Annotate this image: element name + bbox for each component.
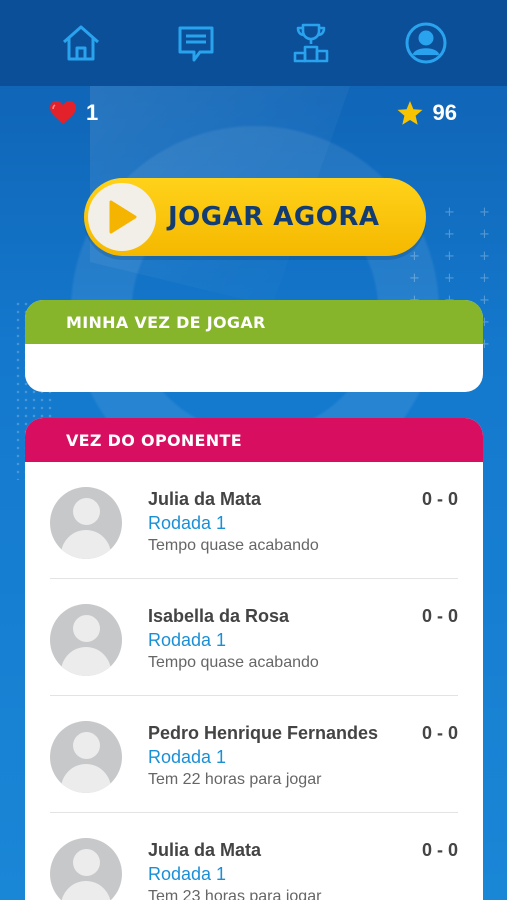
opponent-name: Julia da Mata <box>148 489 262 509</box>
nav-home-button[interactable] <box>56 18 106 68</box>
top-navigation <box>0 0 507 86</box>
time-status: Tempo quase acabando <box>148 537 319 554</box>
my-turn-header: MINHA VEZ DE JOGAR <box>25 300 483 344</box>
opponent-name: Julia da Mata <box>148 840 262 860</box>
round-label: Rodada 1 <box>148 630 227 650</box>
time-status: Tem 22 horas para jogar <box>148 771 322 788</box>
avatar <box>50 838 122 900</box>
game-score: 0 - 0 <box>421 840 458 860</box>
nav-chat-button[interactable] <box>171 18 221 68</box>
nav-ranking-button[interactable] <box>286 18 336 68</box>
lives-count: 1 <box>86 100 99 125</box>
avatar <box>50 721 122 793</box>
heart-icon <box>50 101 76 124</box>
play-now-button[interactable]: JOGAR AGORA <box>84 178 426 256</box>
opponent-turn-card: VEZ DO OPONENTE Julia da Mata Rodada 1 T… <box>25 418 483 900</box>
nav-profile-button[interactable] <box>401 18 451 68</box>
time-status: Tempo quase acabando <box>148 654 319 671</box>
round-label: Rodada 1 <box>148 513 227 533</box>
play-icon <box>88 183 156 251</box>
stats-bar: 1 96 <box>0 96 507 132</box>
my-turn-card: MINHA VEZ DE JOGAR <box>25 300 483 392</box>
stars-count: 96 <box>432 100 457 125</box>
game-row[interactable]: Pedro Henrique Fernandes Rodada 1 Tem 22… <box>50 696 458 813</box>
game-row[interactable]: Isabella da Rosa Rodada 1 Tempo quase ac… <box>50 579 458 696</box>
podium-icon <box>293 23 329 63</box>
round-label: Rodada 1 <box>148 747 227 767</box>
stars-counter: 96 <box>397 100 457 126</box>
opponent-name: Isabella da Rosa <box>148 606 290 626</box>
opponent-name: Pedro Henrique Fernandes <box>148 723 379 743</box>
lives-counter: 1 <box>50 100 98 126</box>
home-icon <box>63 25 100 61</box>
opponent-turn-header: VEZ DO OPONENTE <box>25 418 483 462</box>
avatar <box>50 487 122 559</box>
game-score: 0 - 0 <box>421 489 458 509</box>
time-status: Tem 23 horas para jogar <box>148 888 322 900</box>
game-score: 0 - 0 <box>421 606 458 626</box>
avatar <box>50 604 122 676</box>
play-now-label: JOGAR AGORA <box>168 202 380 232</box>
star-icon <box>397 100 423 125</box>
profile-icon <box>405 22 447 64</box>
round-label: Rodada 1 <box>148 864 227 884</box>
chat-icon <box>178 26 214 62</box>
game-score: 0 - 0 <box>421 723 458 743</box>
game-row[interactable]: Julia da Mata Rodada 1 Tempo quase acaba… <box>50 462 458 579</box>
game-row[interactable]: Julia da Mata Rodada 1 Tem 23 horas para… <box>50 813 458 900</box>
